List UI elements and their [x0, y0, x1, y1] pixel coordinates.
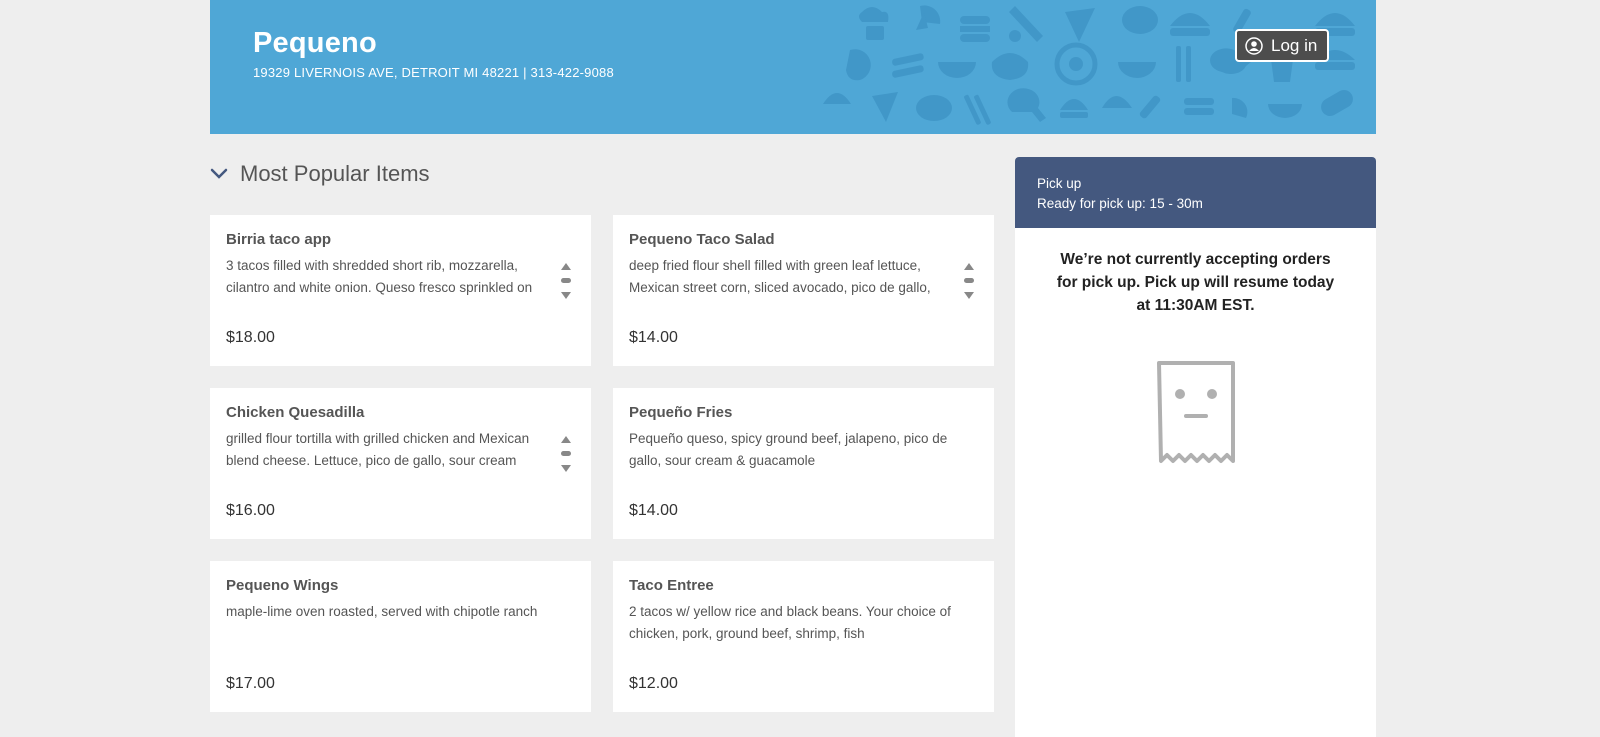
item-name: Taco Entree — [629, 577, 714, 594]
scroll-indicator-icon[interactable] — [962, 261, 976, 301]
pickup-header[interactable]: Pick up Ready for pick up: 15 - 30m — [1015, 157, 1376, 228]
menu-item-card[interactable]: Pequeno Taco Salad deep fried flour shel… — [613, 215, 994, 366]
item-description: grilled flour tortilla with grilled chic… — [226, 431, 530, 468]
empty-receipt-icon — [1157, 361, 1235, 463]
page: Pequeno 19329 LIVERNOIS AVE, DETROIT MI … — [210, 0, 1376, 737]
item-price: $16.00 — [226, 502, 275, 519]
item-description: deep fried flour shell filled with green… — [629, 258, 931, 295]
item-price: $17.00 — [226, 675, 275, 692]
menu-item-card[interactable]: Pequeño Fries Pequeño queso, spicy groun… — [613, 388, 994, 539]
item-price: $12.00 — [629, 675, 678, 692]
item-name: Chicken Quesadilla — [226, 404, 365, 421]
user-icon — [1245, 36, 1263, 55]
menu-item-card[interactable]: Pequeno Wings maple-lime oven roasted, s… — [210, 561, 591, 712]
item-name: Birria taco app — [226, 231, 332, 248]
menu-item-card[interactable]: Chicken Quesadilla grilled flour tortill… — [210, 388, 591, 539]
item-description: 2 tacos w/ yellow rice and black beans. … — [629, 604, 951, 641]
item-description: maple-lime oven roasted, served with chi… — [226, 604, 538, 619]
menu-item-card[interactable]: Birria taco app 3 tacos filled with shre… — [210, 215, 591, 366]
menu-item-card[interactable]: Taco Entree 2 tacos w/ yellow rice and b… — [613, 561, 994, 712]
not-accepting-message: We’re not currently accepting orders for… — [1056, 251, 1335, 314]
section-toggle[interactable]: Most Popular Items — [210, 157, 430, 191]
order-mode: Pick up — [1037, 176, 1082, 191]
restaurant-name: Pequeno — [253, 27, 377, 59]
section-title: Most Popular Items — [240, 161, 430, 186]
food-pattern-decoration — [823, 5, 1355, 125]
item-name: Pequeno Wings — [226, 577, 339, 594]
login-button[interactable]: Log in — [1235, 29, 1330, 62]
pickup-ready-time: Ready for pick up: 15 - 30m — [1037, 196, 1203, 211]
order-panel: Pick up Ready for pick up: 15 - 30m We’r… — [1015, 157, 1376, 737]
restaurant-header: Pequeno 19329 LIVERNOIS AVE, DETROIT MI … — [210, 0, 1376, 134]
chevron-down-icon — [210, 168, 228, 179]
scroll-indicator-icon[interactable] — [559, 261, 573, 301]
item-price: $18.00 — [226, 329, 275, 346]
item-name: Pequeño Fries — [629, 404, 733, 421]
login-label: Log in — [1271, 35, 1318, 55]
item-description: Pequeño queso, spicy ground beef, jalape… — [629, 431, 948, 468]
item-price: $14.00 — [629, 329, 678, 346]
item-name: Pequeno Taco Salad — [629, 231, 775, 248]
item-price: $14.00 — [629, 502, 678, 519]
restaurant-address: 19329 LIVERNOIS AVE, DETROIT MI 48221 | … — [253, 65, 614, 80]
scroll-indicator-icon[interactable] — [559, 434, 573, 474]
item-description: 3 tacos filled with shredded short rib, … — [226, 258, 533, 295]
